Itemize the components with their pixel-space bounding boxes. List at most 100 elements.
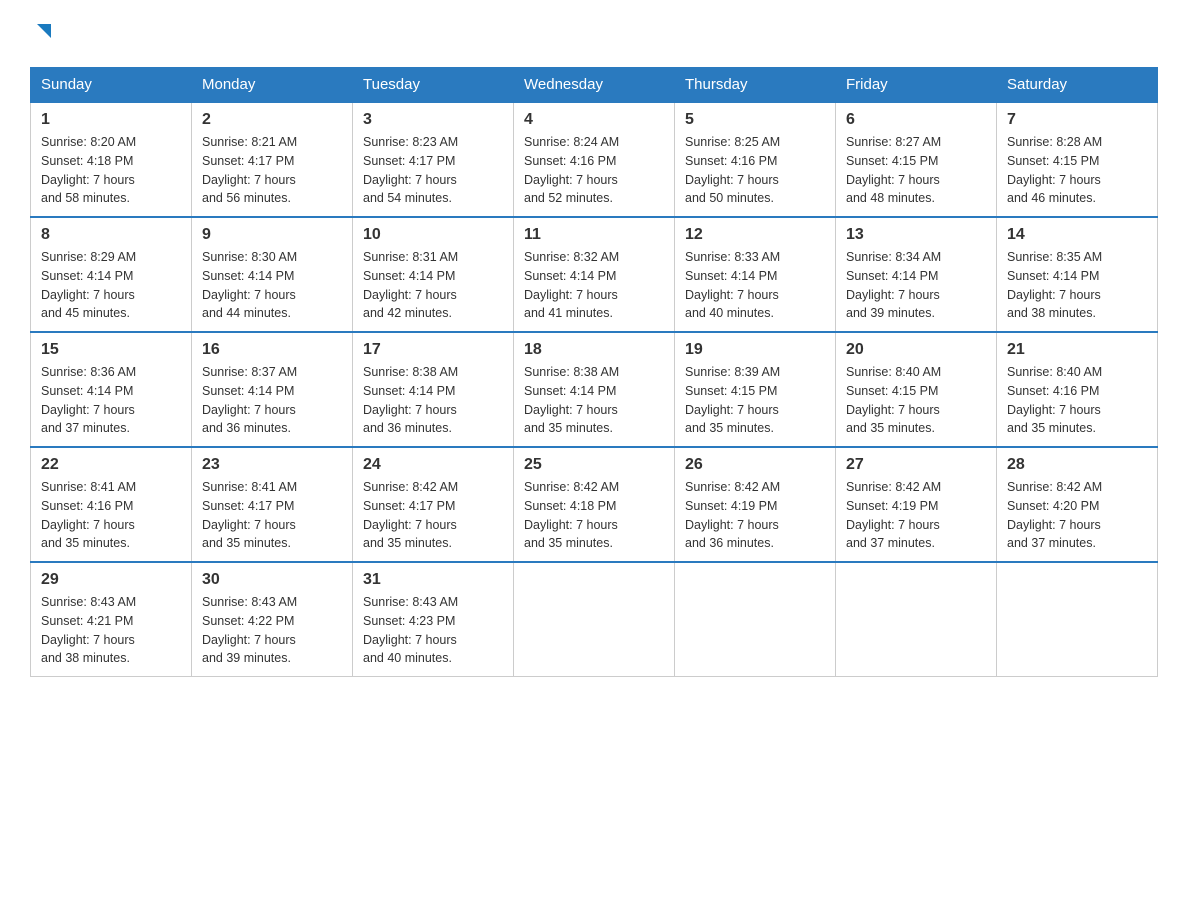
day-info: Sunrise: 8:25 AMSunset: 4:16 PMDaylight:… — [685, 133, 825, 208]
day-info: Sunrise: 8:21 AMSunset: 4:17 PMDaylight:… — [202, 133, 342, 208]
calendar-cell: 5 Sunrise: 8:25 AMSunset: 4:16 PMDayligh… — [675, 102, 836, 217]
calendar-cell: 8 Sunrise: 8:29 AMSunset: 4:14 PMDayligh… — [31, 217, 192, 332]
logo — [30, 20, 55, 47]
calendar-cell: 16 Sunrise: 8:37 AMSunset: 4:14 PMDaylig… — [192, 332, 353, 447]
calendar-cell: 26 Sunrise: 8:42 AMSunset: 4:19 PMDaylig… — [675, 447, 836, 562]
logo-arrow-icon — [33, 20, 55, 47]
header-sunday: Sunday — [31, 68, 192, 103]
day-number: 21 — [1007, 341, 1147, 359]
calendar-week-4: 22 Sunrise: 8:41 AMSunset: 4:16 PMDaylig… — [31, 447, 1158, 562]
calendar-week-2: 8 Sunrise: 8:29 AMSunset: 4:14 PMDayligh… — [31, 217, 1158, 332]
day-info: Sunrise: 8:38 AMSunset: 4:14 PMDaylight:… — [524, 363, 664, 438]
calendar-cell — [514, 562, 675, 677]
header-tuesday: Tuesday — [353, 68, 514, 103]
day-info: Sunrise: 8:40 AMSunset: 4:15 PMDaylight:… — [846, 363, 986, 438]
header-thursday: Thursday — [675, 68, 836, 103]
day-info: Sunrise: 8:29 AMSunset: 4:14 PMDaylight:… — [41, 248, 181, 323]
day-info: Sunrise: 8:42 AMSunset: 4:18 PMDaylight:… — [524, 478, 664, 553]
day-info: Sunrise: 8:30 AMSunset: 4:14 PMDaylight:… — [202, 248, 342, 323]
day-info: Sunrise: 8:41 AMSunset: 4:17 PMDaylight:… — [202, 478, 342, 553]
day-info: Sunrise: 8:20 AMSunset: 4:18 PMDaylight:… — [41, 133, 181, 208]
calendar-cell: 3 Sunrise: 8:23 AMSunset: 4:17 PMDayligh… — [353, 102, 514, 217]
calendar-week-5: 29 Sunrise: 8:43 AMSunset: 4:21 PMDaylig… — [31, 562, 1158, 677]
calendar-cell: 2 Sunrise: 8:21 AMSunset: 4:17 PMDayligh… — [192, 102, 353, 217]
day-number: 5 — [685, 111, 825, 129]
calendar-week-1: 1 Sunrise: 8:20 AMSunset: 4:18 PMDayligh… — [31, 102, 1158, 217]
day-number: 31 — [363, 571, 503, 589]
calendar-cell: 10 Sunrise: 8:31 AMSunset: 4:14 PMDaylig… — [353, 217, 514, 332]
day-info: Sunrise: 8:42 AMSunset: 4:20 PMDaylight:… — [1007, 478, 1147, 553]
day-number: 11 — [524, 226, 664, 244]
calendar-cell — [836, 562, 997, 677]
day-number: 26 — [685, 456, 825, 474]
day-info: Sunrise: 8:42 AMSunset: 4:17 PMDaylight:… — [363, 478, 503, 553]
calendar-cell: 19 Sunrise: 8:39 AMSunset: 4:15 PMDaylig… — [675, 332, 836, 447]
day-number: 2 — [202, 111, 342, 129]
calendar-cell: 21 Sunrise: 8:40 AMSunset: 4:16 PMDaylig… — [997, 332, 1158, 447]
day-number: 13 — [846, 226, 986, 244]
calendar-cell — [997, 562, 1158, 677]
day-number: 16 — [202, 341, 342, 359]
day-info: Sunrise: 8:33 AMSunset: 4:14 PMDaylight:… — [685, 248, 825, 323]
day-number: 7 — [1007, 111, 1147, 129]
page-header — [30, 20, 1158, 47]
calendar-cell: 17 Sunrise: 8:38 AMSunset: 4:14 PMDaylig… — [353, 332, 514, 447]
calendar-cell: 13 Sunrise: 8:34 AMSunset: 4:14 PMDaylig… — [836, 217, 997, 332]
calendar-cell: 20 Sunrise: 8:40 AMSunset: 4:15 PMDaylig… — [836, 332, 997, 447]
day-info: Sunrise: 8:36 AMSunset: 4:14 PMDaylight:… — [41, 363, 181, 438]
day-info: Sunrise: 8:42 AMSunset: 4:19 PMDaylight:… — [846, 478, 986, 553]
day-info: Sunrise: 8:43 AMSunset: 4:22 PMDaylight:… — [202, 593, 342, 668]
calendar-cell: 14 Sunrise: 8:35 AMSunset: 4:14 PMDaylig… — [997, 217, 1158, 332]
calendar-cell: 24 Sunrise: 8:42 AMSunset: 4:17 PMDaylig… — [353, 447, 514, 562]
day-number: 29 — [41, 571, 181, 589]
day-number: 4 — [524, 111, 664, 129]
calendar-cell: 31 Sunrise: 8:43 AMSunset: 4:23 PMDaylig… — [353, 562, 514, 677]
day-info: Sunrise: 8:42 AMSunset: 4:19 PMDaylight:… — [685, 478, 825, 553]
day-number: 3 — [363, 111, 503, 129]
calendar-cell: 28 Sunrise: 8:42 AMSunset: 4:20 PMDaylig… — [997, 447, 1158, 562]
calendar-cell: 11 Sunrise: 8:32 AMSunset: 4:14 PMDaylig… — [514, 217, 675, 332]
calendar-table: SundayMondayTuesdayWednesdayThursdayFrid… — [30, 67, 1158, 677]
day-number: 14 — [1007, 226, 1147, 244]
day-info: Sunrise: 8:27 AMSunset: 4:15 PMDaylight:… — [846, 133, 986, 208]
day-number: 27 — [846, 456, 986, 474]
day-info: Sunrise: 8:38 AMSunset: 4:14 PMDaylight:… — [363, 363, 503, 438]
calendar-header-row: SundayMondayTuesdayWednesdayThursdayFrid… — [31, 68, 1158, 103]
calendar-cell: 23 Sunrise: 8:41 AMSunset: 4:17 PMDaylig… — [192, 447, 353, 562]
day-number: 9 — [202, 226, 342, 244]
day-info: Sunrise: 8:34 AMSunset: 4:14 PMDaylight:… — [846, 248, 986, 323]
header-saturday: Saturday — [997, 68, 1158, 103]
calendar-cell: 27 Sunrise: 8:42 AMSunset: 4:19 PMDaylig… — [836, 447, 997, 562]
header-wednesday: Wednesday — [514, 68, 675, 103]
header-friday: Friday — [836, 68, 997, 103]
calendar-week-3: 15 Sunrise: 8:36 AMSunset: 4:14 PMDaylig… — [31, 332, 1158, 447]
calendar-cell: 6 Sunrise: 8:27 AMSunset: 4:15 PMDayligh… — [836, 102, 997, 217]
calendar-cell: 30 Sunrise: 8:43 AMSunset: 4:22 PMDaylig… — [192, 562, 353, 677]
day-number: 10 — [363, 226, 503, 244]
day-number: 1 — [41, 111, 181, 129]
calendar-cell — [675, 562, 836, 677]
day-number: 17 — [363, 341, 503, 359]
day-info: Sunrise: 8:24 AMSunset: 4:16 PMDaylight:… — [524, 133, 664, 208]
day-info: Sunrise: 8:41 AMSunset: 4:16 PMDaylight:… — [41, 478, 181, 553]
calendar-cell: 15 Sunrise: 8:36 AMSunset: 4:14 PMDaylig… — [31, 332, 192, 447]
day-number: 28 — [1007, 456, 1147, 474]
header-monday: Monday — [192, 68, 353, 103]
day-number: 15 — [41, 341, 181, 359]
calendar-cell: 25 Sunrise: 8:42 AMSunset: 4:18 PMDaylig… — [514, 447, 675, 562]
day-info: Sunrise: 8:35 AMSunset: 4:14 PMDaylight:… — [1007, 248, 1147, 323]
calendar-cell: 1 Sunrise: 8:20 AMSunset: 4:18 PMDayligh… — [31, 102, 192, 217]
day-number: 24 — [363, 456, 503, 474]
day-number: 23 — [202, 456, 342, 474]
day-info: Sunrise: 8:39 AMSunset: 4:15 PMDaylight:… — [685, 363, 825, 438]
day-info: Sunrise: 8:23 AMSunset: 4:17 PMDaylight:… — [363, 133, 503, 208]
day-info: Sunrise: 8:43 AMSunset: 4:21 PMDaylight:… — [41, 593, 181, 668]
day-info: Sunrise: 8:40 AMSunset: 4:16 PMDaylight:… — [1007, 363, 1147, 438]
day-number: 25 — [524, 456, 664, 474]
calendar-cell: 4 Sunrise: 8:24 AMSunset: 4:16 PMDayligh… — [514, 102, 675, 217]
day-number: 12 — [685, 226, 825, 244]
day-number: 20 — [846, 341, 986, 359]
day-number: 6 — [846, 111, 986, 129]
calendar-cell: 29 Sunrise: 8:43 AMSunset: 4:21 PMDaylig… — [31, 562, 192, 677]
calendar-cell: 9 Sunrise: 8:30 AMSunset: 4:14 PMDayligh… — [192, 217, 353, 332]
